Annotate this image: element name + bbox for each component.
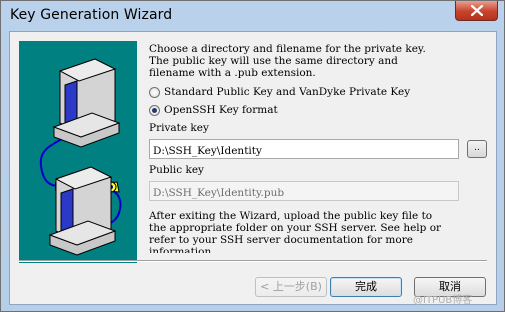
private-key-label: Private key xyxy=(149,122,209,134)
radio-label: OpenSSH Key format xyxy=(164,104,278,116)
wizard-window: Key Generation Wizard Choose a directory… xyxy=(0,0,505,312)
button-separator xyxy=(19,260,487,262)
private-key-input[interactable] xyxy=(149,139,459,159)
radio-standard-key-format[interactable]: Standard Public Key and VanDyke Private … xyxy=(149,85,410,99)
after-exit-instructions: After exiting the Wizard, upload the pub… xyxy=(149,210,442,253)
radio-button[interactable] xyxy=(149,86,160,98)
public-key-input xyxy=(149,181,459,201)
close-button[interactable] xyxy=(455,1,498,21)
window-title: Key Generation Wizard xyxy=(10,7,173,23)
close-x-icon xyxy=(471,5,483,16)
public-key-label: Public key xyxy=(149,164,204,176)
finish-button[interactable]: 完成 xyxy=(330,277,402,297)
browse-button[interactable]: .. xyxy=(467,140,487,158)
instructions-text: Choose a directory and filename for the … xyxy=(149,43,484,79)
computer-icon xyxy=(52,58,121,148)
radio-openssh-key-format[interactable]: OpenSSH Key format xyxy=(149,103,278,117)
description-text: Choose a directory and filename for the … xyxy=(149,43,426,79)
computer-icon xyxy=(48,166,117,256)
title-bar[interactable]: Key Generation Wizard xyxy=(1,1,504,29)
dialog-client-area: Choose a directory and filename for the … xyxy=(9,31,497,305)
watermark-text: @ITPUB博客 xyxy=(413,295,473,306)
back-button[interactable]: < 上一步(B) xyxy=(255,277,327,297)
wizard-illustration xyxy=(19,41,137,263)
radio-button[interactable] xyxy=(149,104,160,116)
radio-label: Standard Public Key and VanDyke Private … xyxy=(164,86,411,98)
